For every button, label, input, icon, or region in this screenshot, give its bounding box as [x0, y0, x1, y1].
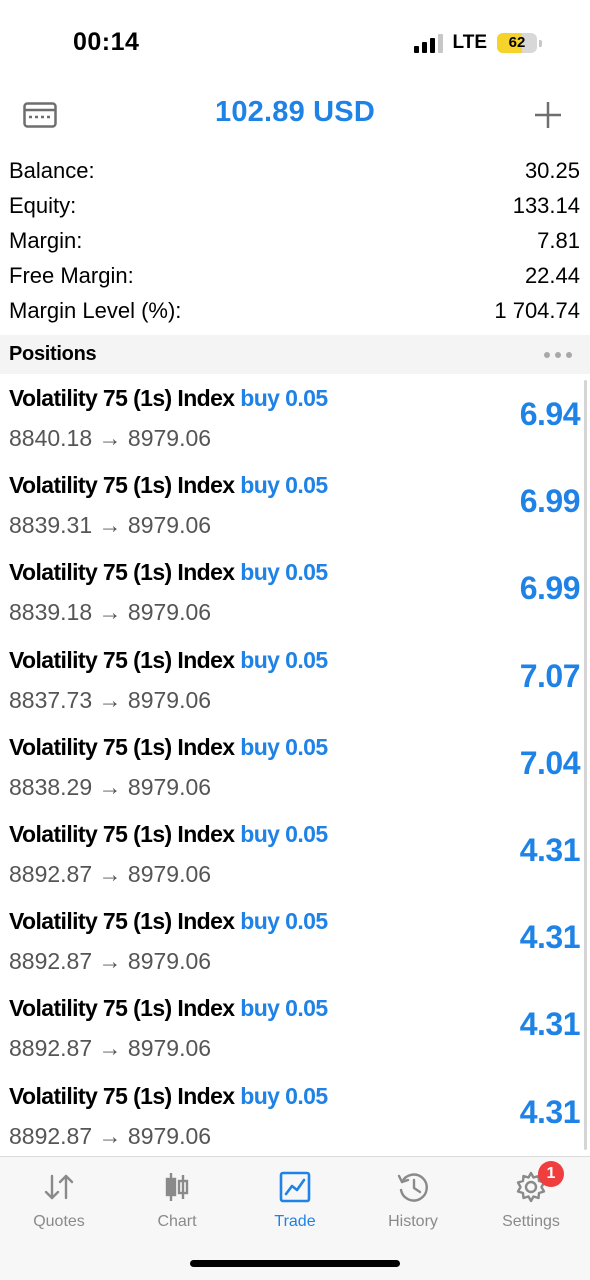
- position-row[interactable]: Volatility 75 (1s) Index buy 0.05 8839.3…: [0, 461, 590, 548]
- positions-section-header: Positions: [0, 335, 590, 374]
- summary-label: Free Margin:: [9, 262, 134, 288]
- position-row[interactable]: Volatility 75 (1s) Index buy 0.05 8839.1…: [0, 548, 590, 635]
- position-side: buy 0.05: [240, 995, 328, 1022]
- cellular-signal-icon: [413, 33, 443, 53]
- summary-value: 133.14: [512, 192, 580, 218]
- position-profit: 6.99: [519, 483, 581, 520]
- tab-quotes[interactable]: Quotes: [0, 1167, 118, 1231]
- battery-icon: 62: [497, 33, 537, 53]
- summary-label: Balance:: [9, 157, 95, 183]
- position-side: buy 0.05: [240, 733, 328, 760]
- position-profit: 4.31: [519, 919, 581, 956]
- position-symbol: Volatility 75 (1s) Index: [9, 646, 235, 673]
- position-side: buy 0.05: [240, 472, 328, 499]
- account-profit-title: 102.89 USD: [215, 96, 375, 128]
- summary-row-equity: Equity: 133.14: [0, 188, 590, 223]
- tab-trade[interactable]: Trade: [236, 1167, 354, 1231]
- plus-icon: [535, 102, 561, 128]
- tab-chart[interactable]: Chart: [118, 1167, 236, 1231]
- trade-header: 102.89 USD: [0, 90, 590, 138]
- position-profit: 7.07: [519, 657, 581, 694]
- history-clock-icon: [397, 1173, 428, 1202]
- position-prices: 8892.87 → 8979.06: [9, 948, 212, 975]
- tab-label: Settings: [502, 1213, 560, 1230]
- position-prices: 8892.87 → 8979.06: [9, 1035, 212, 1062]
- position-symbol: Volatility 75 (1s) Index: [9, 472, 235, 499]
- tab-label: Chart: [157, 1213, 197, 1230]
- tab-label: History: [388, 1213, 438, 1230]
- summary-value: 22.44: [524, 262, 580, 288]
- new-order-button[interactable]: [528, 98, 568, 132]
- position-profit: 6.94: [519, 396, 581, 432]
- position-side: buy 0.05: [240, 646, 328, 673]
- position-prices: 8840.18 → 8979.06: [9, 425, 212, 451]
- position-profit: 4.31: [519, 1006, 581, 1043]
- position-row[interactable]: Volatility 75 (1s) Index buy 0.05 8892.8…: [0, 984, 590, 1071]
- more-options-icon[interactable]: [544, 351, 572, 358]
- account-summary: Balance: 30.25 Equity: 133.14 Margin: 7.…: [0, 153, 590, 328]
- position-row[interactable]: Volatility 75 (1s) Index buy 0.05 8892.8…: [0, 1072, 590, 1157]
- tab-label: Quotes: [33, 1213, 85, 1230]
- positions-list[interactable]: Volatility 75 (1s) Index buy 0.05 8840.1…: [0, 374, 590, 1156]
- position-row[interactable]: Volatility 75 (1s) Index buy 0.05 8892.8…: [0, 897, 590, 984]
- position-row[interactable]: Volatility 75 (1s) Index buy 0.05 8840.1…: [0, 374, 590, 461]
- summary-label: Margin:: [9, 227, 83, 253]
- position-row[interactable]: Volatility 75 (1s) Index buy 0.05 8892.8…: [0, 810, 590, 897]
- position-prices: 8839.31 → 8979.06: [9, 512, 212, 539]
- tab-history[interactable]: History: [354, 1167, 472, 1231]
- position-row[interactable]: Volatility 75 (1s) Index buy 0.05 8838.2…: [0, 723, 590, 810]
- position-prices: 8892.87 → 8979.06: [9, 860, 212, 887]
- status-bar: 00:14 LTE 62: [0, 0, 590, 90]
- position-symbol: Volatility 75 (1s) Index: [9, 995, 235, 1022]
- position-symbol: Volatility 75 (1s) Index: [9, 908, 235, 935]
- position-side: buy 0.05: [240, 820, 328, 847]
- position-side: buy 0.05: [240, 385, 328, 411]
- position-prices: 8838.29 → 8979.06: [9, 773, 212, 800]
- position-side: buy 0.05: [240, 559, 328, 586]
- position-prices: 8892.87 → 8979.06: [9, 1122, 212, 1149]
- status-indicators: LTE 62: [413, 32, 542, 54]
- position-symbol: Volatility 75 (1s) Index: [9, 559, 235, 586]
- position-side: buy 0.05: [240, 908, 328, 935]
- battery-level: 62: [508, 34, 526, 51]
- status-time: 00:14: [73, 28, 140, 56]
- summary-row-balance: Balance: 30.25: [0, 153, 590, 188]
- summary-value: 1 704.74: [494, 297, 580, 323]
- position-prices: 8839.18 → 8979.06: [9, 599, 212, 626]
- summary-value: 7.81: [537, 227, 580, 253]
- home-indicator[interactable]: [190, 1260, 400, 1267]
- candlestick-icon: [165, 1173, 189, 1201]
- summary-row-margin-level: Margin Level (%): 1 704.74: [0, 293, 590, 328]
- position-symbol: Volatility 75 (1s) Index: [9, 733, 235, 760]
- summary-label: Equity:: [9, 192, 77, 218]
- network-type: LTE: [452, 32, 487, 53]
- position-profit: 6.99: [519, 570, 581, 607]
- position-profit: 7.04: [519, 744, 581, 781]
- position-symbol: Volatility 75 (1s) Index: [9, 1082, 235, 1109]
- trade-chart-icon: [279, 1171, 311, 1203]
- position-symbol: Volatility 75 (1s) Index: [9, 820, 235, 847]
- summary-row-margin: Margin: 7.81: [0, 223, 590, 258]
- tab-settings[interactable]: 1 Settings: [472, 1161, 590, 1231]
- positions-title: Positions: [9, 343, 97, 365]
- tab-label: Trade: [274, 1213, 316, 1230]
- position-side: buy 0.05: [240, 1082, 328, 1109]
- summary-label: Margin Level (%):: [9, 297, 182, 323]
- notification-badge: 1: [538, 1161, 564, 1187]
- position-symbol: Volatility 75 (1s) Index: [9, 385, 235, 411]
- summary-row-free-margin: Free Margin: 22.44: [0, 258, 590, 293]
- summary-value: 30.25: [524, 157, 580, 183]
- battery-cap: [539, 39, 542, 47]
- scrollbar[interactable]: [584, 380, 587, 1150]
- position-profit: 4.31: [519, 1093, 581, 1130]
- position-prices: 8837.73 → 8979.06: [9, 686, 212, 713]
- quotes-arrows-icon: [44, 1174, 74, 1200]
- position-profit: 4.31: [519, 831, 581, 868]
- position-row[interactable]: Volatility 75 (1s) Index buy 0.05 8837.7…: [0, 636, 590, 723]
